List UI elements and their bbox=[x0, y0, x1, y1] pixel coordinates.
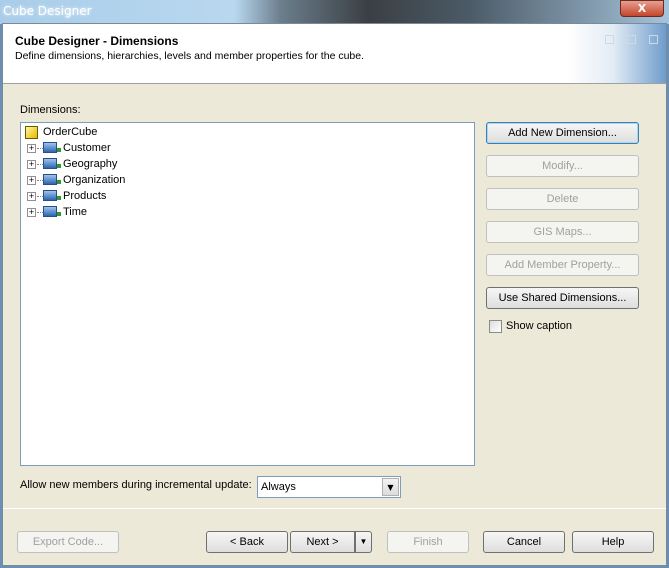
dialog: Cube Designer - Dimensions Define dimens… bbox=[2, 23, 667, 566]
use-shared-dimensions-button[interactable]: Use Shared Dimensions... bbox=[486, 287, 639, 309]
next-dropdown-chevron-icon[interactable]: ▼ bbox=[355, 531, 372, 553]
divider bbox=[3, 508, 666, 509]
decorative-square-icon bbox=[649, 35, 658, 44]
tree-root-label: OrderCube bbox=[43, 126, 98, 138]
finish-button[interactable]: Finish bbox=[387, 531, 469, 553]
tree-root[interactable]: OrderCube bbox=[23, 124, 223, 140]
show-caption-label[interactable]: Show caption bbox=[506, 320, 572, 332]
export-code-button[interactable]: Export Code... bbox=[17, 531, 119, 553]
modify-button[interactable]: Modify... bbox=[486, 155, 639, 177]
title-bar: Cube Designer X bbox=[0, 0, 669, 24]
cube-icon bbox=[25, 126, 38, 139]
expand-icon[interactable]: + bbox=[27, 144, 36, 153]
window-title: Cube Designer bbox=[3, 4, 92, 18]
tree-item[interactable]: + Time bbox=[23, 204, 223, 220]
chevron-down-icon[interactable]: ▼ bbox=[382, 478, 399, 496]
select-value: Always bbox=[261, 481, 296, 493]
incremental-update-label: Allow new members during incremental upd… bbox=[20, 479, 252, 491]
incremental-update-select[interactable]: Always ▼ bbox=[257, 476, 401, 498]
close-button[interactable]: X bbox=[620, 0, 664, 17]
expand-icon[interactable]: + bbox=[27, 192, 36, 201]
tree-item-label: Time bbox=[63, 206, 88, 218]
tree-item-label: Organization bbox=[63, 174, 126, 186]
tree-item[interactable]: + Products bbox=[23, 188, 223, 204]
dimension-icon bbox=[43, 142, 61, 153]
dimension-icon bbox=[43, 190, 61, 201]
dimension-icon bbox=[43, 206, 61, 217]
expand-icon[interactable]: + bbox=[27, 176, 36, 185]
dimension-icon bbox=[43, 158, 61, 169]
decorative-square-icon bbox=[627, 35, 636, 44]
dimensions-tree[interactable]: OrderCube + Customer + Geography + Organizati… bbox=[20, 122, 475, 466]
decorative-square-icon bbox=[605, 35, 614, 44]
show-caption-checkbox[interactable] bbox=[489, 320, 502, 333]
expand-icon[interactable]: + bbox=[27, 160, 36, 169]
tree-item[interactable]: + Organization bbox=[23, 172, 223, 188]
dimension-icon bbox=[43, 174, 61, 185]
tree-item[interactable]: + Customer bbox=[23, 140, 223, 156]
cancel-button[interactable]: Cancel bbox=[483, 531, 565, 553]
tree-item-label: Customer bbox=[63, 142, 111, 154]
add-member-property-button[interactable]: Add Member Property... bbox=[486, 254, 639, 276]
add-new-dimension-button[interactable]: Add New Dimension... bbox=[486, 122, 639, 144]
tree-item[interactable]: + Geography bbox=[23, 156, 223, 172]
gis-maps-button[interactable]: GIS Maps... bbox=[486, 221, 639, 243]
back-button[interactable]: < Back bbox=[206, 531, 288, 553]
dimensions-label: Dimensions: bbox=[20, 104, 81, 116]
page-title: Cube Designer - Dimensions bbox=[15, 34, 179, 48]
help-button[interactable]: Help bbox=[572, 531, 654, 553]
wizard-header: Cube Designer - Dimensions Define dimens… bbox=[3, 24, 666, 84]
next-button[interactable]: Next > bbox=[290, 531, 355, 553]
tree-item-label: Products bbox=[63, 190, 107, 202]
page-subtitle: Define dimensions, hierarchies, levels a… bbox=[15, 50, 365, 62]
tree-item-label: Geography bbox=[63, 158, 118, 170]
expand-icon[interactable]: + bbox=[27, 208, 36, 217]
delete-button[interactable]: Delete bbox=[486, 188, 639, 210]
